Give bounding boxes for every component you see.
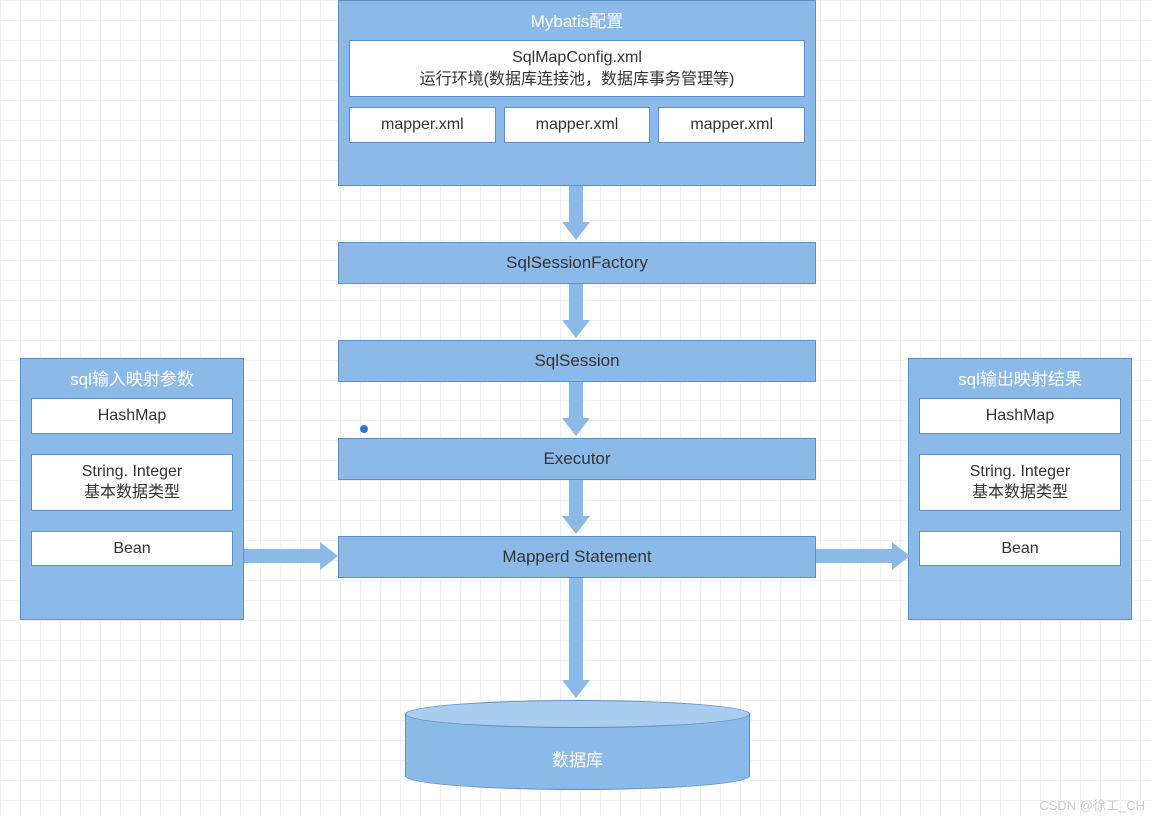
executor-label: Executor (543, 449, 610, 469)
output-bean-box: Bean (919, 531, 1121, 567)
mapped-statement-label: Mapperd Statement (502, 547, 651, 567)
database-label: 数据库 (405, 746, 750, 771)
sqlsessionfactory-box: SqlSessionFactory (338, 242, 816, 284)
database-cylinder: 数据库 (405, 700, 750, 790)
sqlmapconfig-line1: SqlMapConfig.xml (358, 47, 796, 69)
connector-dot (360, 425, 368, 433)
mapped-statement-box: Mapperd Statement (338, 536, 816, 578)
input-mapping-panel: sql输入映射参数 HashMap String. Integer 基本数据类型… (20, 358, 244, 620)
sqlsessionfactory-label: SqlSessionFactory (506, 253, 648, 273)
watermark-text: CSDN @徐工_CH (1039, 795, 1145, 814)
input-mapping-title: sql输入映射参数 (21, 359, 243, 398)
mybatis-config-title: Mybatis配置 (339, 1, 815, 40)
sqlsession-label: SqlSession (534, 351, 619, 371)
arrow-down-5 (562, 578, 590, 698)
output-mapping-title: sql输出映射结果 (909, 359, 1131, 398)
input-bean-box: Bean (31, 531, 233, 567)
input-basic-box: String. Integer 基本数据类型 (31, 454, 233, 511)
input-hashmap-box: HashMap (31, 398, 233, 434)
sqlmapconfig-line2: 运行环境(数据库连接池，数据库事务管理等) (358, 69, 796, 91)
input-basic-line1: String. Integer (40, 461, 224, 483)
mapper-box-1: mapper.xml (349, 107, 496, 143)
arrow-down-3 (562, 382, 590, 436)
arrow-down-1 (562, 186, 590, 240)
arrow-center-to-right (816, 542, 910, 570)
output-basic-line2: 基本数据类型 (928, 482, 1112, 504)
sqlsession-box: SqlSession (338, 340, 816, 382)
mapper-box-3: mapper.xml (658, 107, 805, 143)
arrow-left-to-center (244, 542, 338, 570)
input-basic-line2: 基本数据类型 (40, 482, 224, 504)
output-hashmap-box: HashMap (919, 398, 1121, 434)
output-basic-box: String. Integer 基本数据类型 (919, 454, 1121, 511)
arrow-down-4 (562, 480, 590, 534)
mapper-row: mapper.xml mapper.xml mapper.xml (349, 107, 805, 143)
mapper-box-2: mapper.xml (504, 107, 651, 143)
executor-box: Executor (338, 438, 816, 480)
arrow-down-2 (562, 284, 590, 338)
sqlmapconfig-box: SqlMapConfig.xml 运行环境(数据库连接池，数据库事务管理等) (349, 40, 805, 97)
output-basic-line1: String. Integer (928, 461, 1112, 483)
mybatis-config-panel: Mybatis配置 SqlMapConfig.xml 运行环境(数据库连接池，数… (338, 0, 816, 186)
output-mapping-panel: sql输出映射结果 HashMap String. Integer 基本数据类型… (908, 358, 1132, 620)
